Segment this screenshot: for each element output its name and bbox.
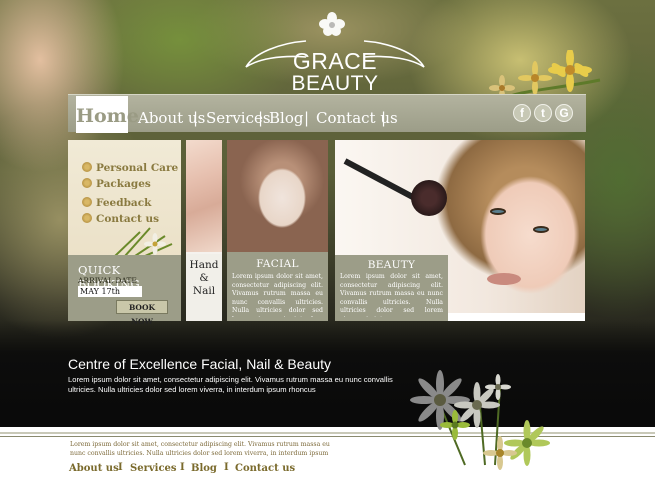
beauty-strip (448, 313, 585, 321)
arrival-date-input[interactable] (78, 286, 142, 297)
gerbera-flowers-icon (410, 370, 550, 470)
facial-card[interactable]: FACIAL Lorem ipsum dolor sit amet, conse… (227, 140, 328, 321)
sidebar-item-personal-care[interactable]: Personal Care (82, 162, 178, 174)
hand-nail-caption-line: & (199, 272, 209, 284)
footer-link-blog[interactable]: Blog (191, 463, 217, 474)
main-nav: Home About us | Services | Blog | Contac… (68, 94, 586, 133)
facebook-icon[interactable]: f (513, 104, 531, 122)
footer (0, 427, 655, 491)
arrival-date-label: ARRIVAL DATE (78, 276, 137, 285)
nav-blog[interactable]: Blog (269, 109, 303, 127)
hand-nail-caption-line: Hand (189, 259, 219, 271)
nav-home[interactable]: Home (76, 96, 139, 133)
eye-right (533, 226, 549, 233)
beauty-description: Lorem ipsum dolor sit amet, consectetur … (340, 273, 443, 317)
nav-separator: | (304, 109, 310, 127)
sidebar-item-label: Packages (96, 178, 151, 190)
beauty-card[interactable]: BEAUTY Lorem ipsum dolor sit amet, conse… (335, 255, 448, 321)
makeup-brush (411, 180, 447, 216)
footer-link-about-us[interactable]: About us (69, 463, 119, 474)
sidebar-item-feedback[interactable]: Feedback (82, 197, 151, 209)
page-lead-text: Lorem ipsum dolor sit amet, consectetur … (68, 375, 393, 394)
nav-separator: | (258, 109, 264, 127)
flower-logo-icon (319, 12, 345, 36)
eye-left (490, 208, 506, 215)
facial-title: FACIAL (256, 258, 299, 270)
book-now-button[interactable]: BOOK NOW (116, 300, 168, 326)
hand-nail-caption-line: Nail (192, 285, 216, 297)
footer-separator: I (224, 462, 229, 473)
bullet-flower-icon (82, 197, 92, 207)
footer-text: Lorem ipsum dolor sit amet, consectetur … (70, 441, 330, 457)
twitter-icon[interactable]: t (534, 104, 552, 122)
sidebar-item-packages[interactable]: Packages (82, 178, 151, 190)
footer-separator: I (180, 462, 185, 473)
brush-handle (343, 158, 418, 202)
bullet-flower-icon (82, 178, 92, 188)
footer-divider (0, 436, 655, 437)
hand-nail-image (186, 140, 222, 252)
lips (487, 273, 521, 285)
logo-title: GRACE (292, 48, 378, 74)
sidebar-item-label: Feedback (96, 197, 152, 209)
footer-divider (0, 432, 655, 434)
bullet-flower-icon (82, 213, 92, 223)
logo[interactable]: GRACE BEAUTY PARLOUR (240, 12, 430, 119)
footer-separator: I (118, 462, 123, 473)
google-icon[interactable]: G (555, 104, 573, 122)
quick-booking-panel: QUICK BOOKING ARRIVAL DATE BOOK NOW (68, 255, 181, 326)
facial-image (227, 140, 328, 252)
page-headline: Centre of Excellence Facial, Nail & Beau… (68, 356, 332, 372)
footer-link-services[interactable]: Services (130, 463, 177, 474)
hand-nail-caption: Hand & Nail (186, 254, 222, 321)
nav-separator: | (381, 109, 387, 127)
hand-nail-card[interactable]: Hand & Nail (186, 140, 222, 321)
nav-separator: | (193, 109, 199, 127)
bullet-flower-icon (82, 162, 92, 172)
grass-flower-icon (114, 227, 173, 257)
facial-description: Lorem ipsum dolor sit amet, consectetur … (232, 273, 323, 317)
sidebar-item-label: Personal Care (96, 162, 179, 174)
beauty-title: BEAUTY (367, 259, 416, 271)
footer-link-contact-us[interactable]: Contact us (235, 463, 295, 474)
